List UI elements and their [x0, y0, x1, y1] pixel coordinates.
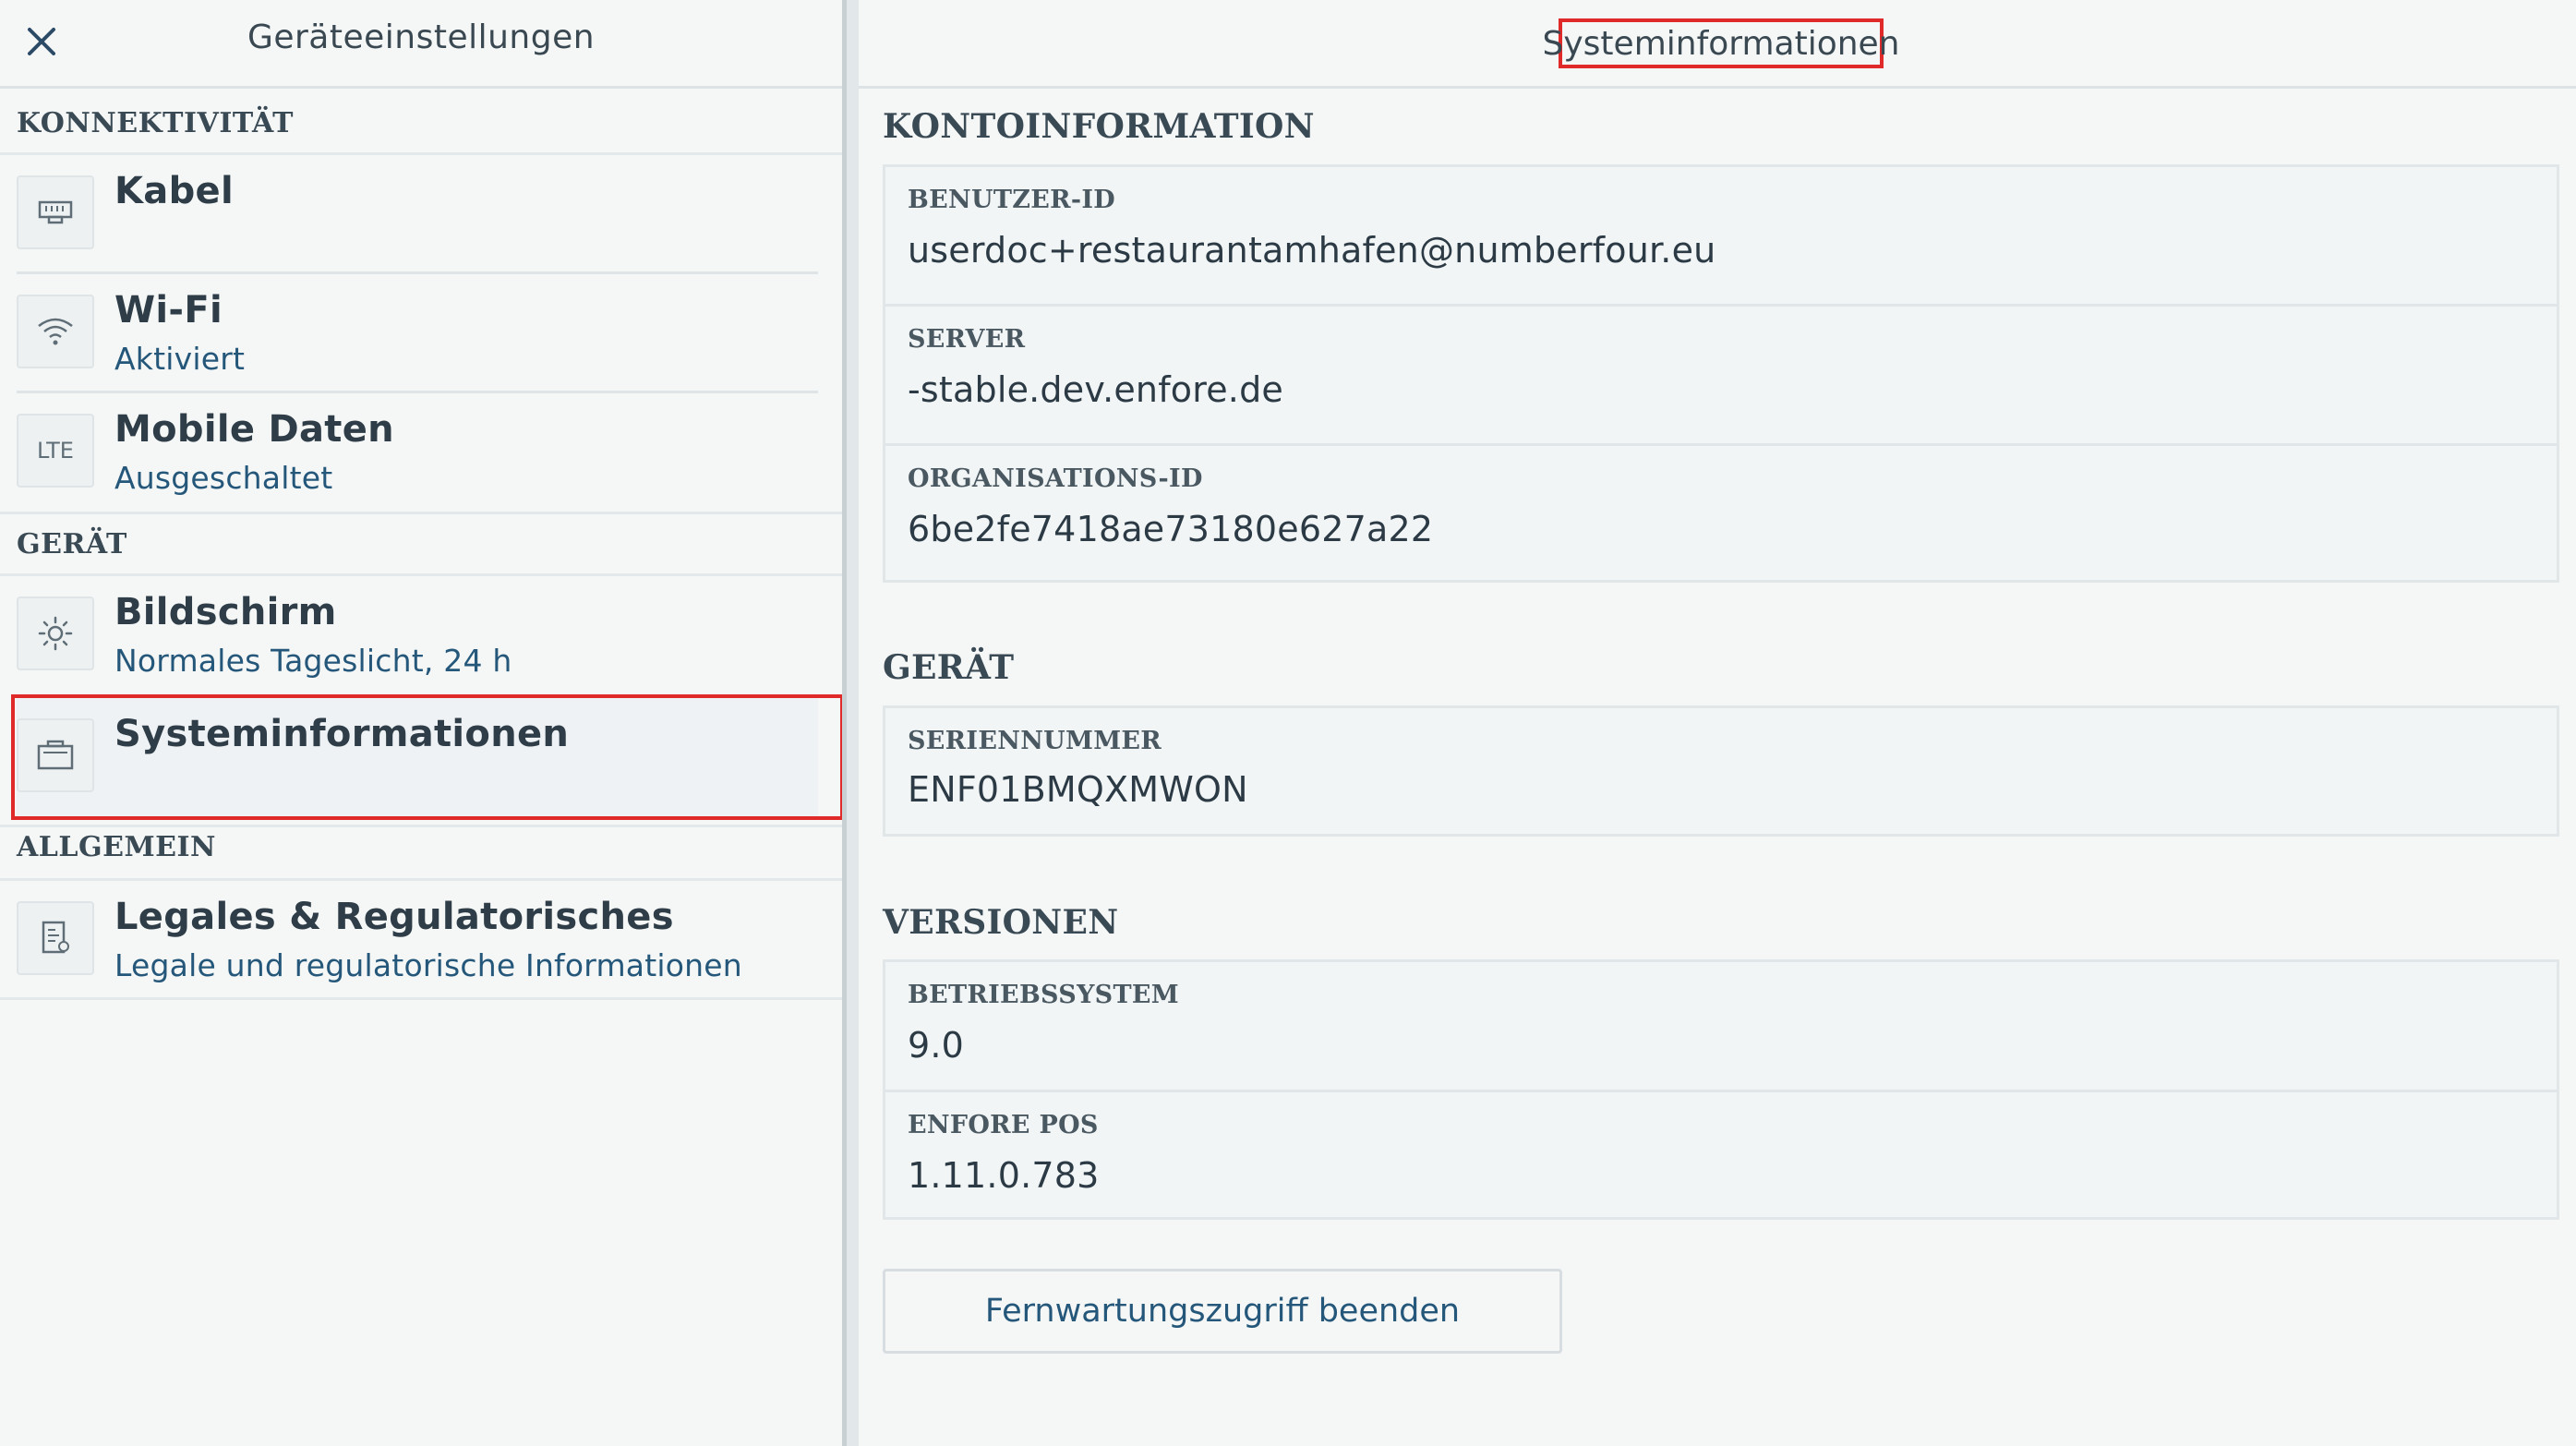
- wifi-icon: [17, 295, 94, 368]
- sidebar-title: Geräteeinstellungen: [247, 18, 596, 56]
- row-value: 9.0: [908, 1025, 965, 1066]
- row-value: 6be2fe7418ae73180e627a22: [908, 509, 1434, 549]
- device-info-card: SERIENNUMMER ENF01BMQXMWON: [883, 705, 2559, 837]
- account-info-card: BENUTZER-ID userdoc+restaurantamhafen@nu…: [883, 164, 2559, 583]
- end-remote-access-button[interactable]: Fernwartungszugriff beenden: [883, 1269, 1562, 1354]
- detail-header: Systeminformationen: [859, 0, 2576, 89]
- ethernet-icon: [17, 175, 94, 249]
- section-header-device: GERÄT: [17, 528, 127, 560]
- detail-panel: Systeminformationen KONTOINFORMATION BEN…: [859, 0, 2576, 1446]
- row-label: BETRIEBSSYSTEM: [908, 981, 1179, 1009]
- section-divider: [0, 997, 842, 1000]
- row-label: ENFORE POS: [908, 1111, 1099, 1139]
- sidebar-item-status: Ausgeschaltet: [114, 460, 333, 496]
- section-header-versions: VERSIONEN: [883, 903, 1119, 942]
- info-row-user-id: BENUTZER-ID userdoc+restaurantamhafen@nu…: [885, 167, 2557, 307]
- section-divider: [0, 825, 842, 827]
- sidebar-item-label: Wi-Fi: [114, 289, 223, 331]
- sidebar-item-legal[interactable]: Legales & Regulatorisches Legale und reg…: [17, 881, 818, 1001]
- versions-card: BETRIEBSSYSTEM 9.0 ENFORE POS 1.11.0.783: [883, 959, 2559, 1220]
- sidebar-item-system-info[interactable]: Systeminformationen: [17, 698, 818, 818]
- sidebar-item-cable[interactable]: Kabel: [17, 155, 818, 275]
- sidebar-item-wifi[interactable]: Wi-Fi Aktiviert: [17, 274, 818, 394]
- row-label: SERIENNUMMER: [908, 727, 1162, 755]
- settings-sidebar: Geräteeinstellungen KONNEKTIVITÄT Kabel: [0, 0, 844, 1446]
- section-header-general: ALLGEMEIN: [17, 831, 216, 863]
- info-row-pos-version: ENFORE POS 1.11.0.783: [885, 1092, 2557, 1217]
- device-info-icon: [17, 718, 94, 792]
- panel-divider: [842, 0, 859, 1446]
- info-row-os: BETRIEBSSYSTEM 9.0: [885, 962, 2557, 1092]
- row-label: SERVER: [908, 325, 1026, 354]
- row-value: -stable.dev.enfore.de: [908, 369, 1283, 410]
- page-title: Systeminformationen: [1543, 18, 1900, 68]
- sidebar-item-label: Bildschirm: [114, 591, 337, 633]
- document-icon: [17, 901, 94, 975]
- section-header-account: KONTOINFORMATION: [883, 107, 1315, 146]
- section-header-device-info: GERÄT: [883, 648, 1015, 687]
- row-value: 1.11.0.783: [908, 1155, 1100, 1196]
- info-row-server: SERVER -stable.dev.enfore.de: [885, 307, 2557, 446]
- sidebar-item-mobile-data[interactable]: LTE Mobile Daten Ausgeschaltet: [17, 393, 818, 513]
- sidebar-header: Geräteeinstellungen: [0, 0, 842, 89]
- sidebar-item-label: Kabel: [114, 170, 234, 212]
- info-row-org-id: ORGANISATIONS-ID 6be2fe7418ae73180e627a2…: [885, 446, 2557, 580]
- sidebar-item-status: Aktiviert: [114, 341, 246, 377]
- row-value: userdoc+restaurantamhafen@numberfour.eu: [908, 230, 1716, 271]
- row-label: ORGANISATIONS-ID: [908, 464, 1203, 493]
- sidebar-item-label: Systeminformationen: [114, 713, 570, 755]
- lte-icon: LTE: [17, 414, 94, 488]
- sidebar-item-status: Legale und regulatorische Informationen: [114, 947, 742, 983]
- section-divider: [0, 512, 842, 514]
- row-label: BENUTZER-ID: [908, 186, 1115, 214]
- sidebar-item-label: Legales & Regulatorisches: [114, 896, 674, 938]
- section-header-connectivity: KONNEKTIVITÄT: [17, 107, 294, 139]
- sidebar-item-label: Mobile Daten: [114, 408, 394, 451]
- brightness-icon: [17, 596, 94, 670]
- row-value: ENF01BMQXMWON: [908, 769, 1248, 810]
- sidebar-item-display[interactable]: Bildschirm Normales Tageslicht, 24 h: [17, 576, 818, 696]
- device-settings-app: Geräteeinstellungen KONNEKTIVITÄT Kabel: [0, 0, 2576, 1446]
- sidebar-item-status: Normales Tageslicht, 24 h: [114, 643, 512, 679]
- info-row-serial: SERIENNUMMER ENF01BMQXMWON: [885, 708, 2557, 834]
